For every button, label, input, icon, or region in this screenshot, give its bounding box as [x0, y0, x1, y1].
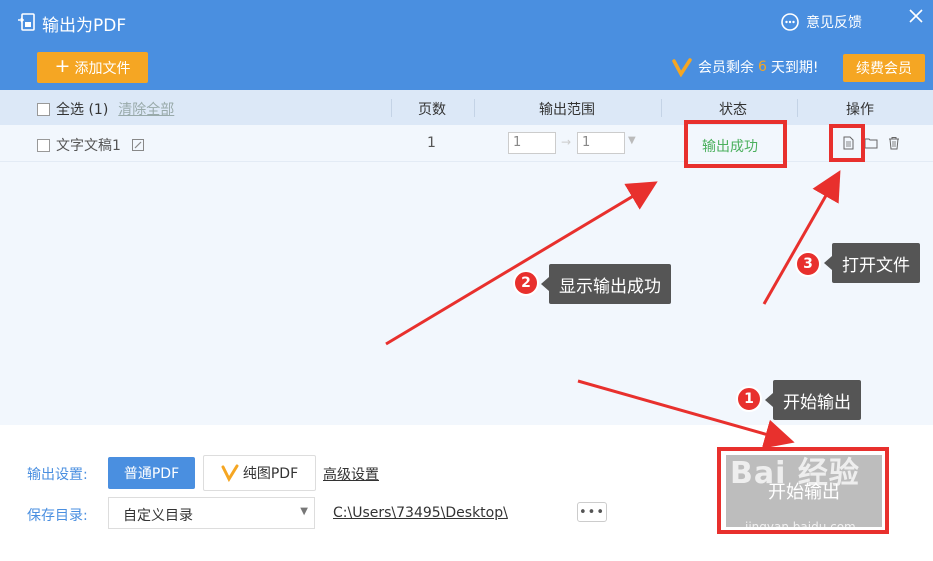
browse-more-button[interactable]: ••• — [577, 502, 607, 522]
add-file-button[interactable]: + 添加文件 — [37, 52, 148, 83]
file-name-cell: 文字文稿1 — [37, 135, 145, 155]
column-header-status: 状态 — [719, 102, 747, 118]
callout-step-3: 打开文件 — [824, 243, 920, 283]
plus-icon: + — [54, 55, 71, 77]
vip-badge-icon — [221, 464, 239, 482]
close-icon[interactable] — [906, 6, 926, 26]
step-badge-1: 1 — [736, 386, 762, 412]
column-header-range: 输出范围 — [539, 102, 595, 118]
column-divider — [474, 99, 475, 117]
normal-pdf-button[interactable]: 普通PDF — [108, 457, 195, 489]
add-file-label: 添加文件 — [74, 60, 131, 77]
chevron-down-icon: ▼ — [300, 506, 308, 517]
save-dir-label: 保存目录: — [27, 508, 88, 524]
save-path-link[interactable]: C:\Users\73495\Desktop\ — [333, 505, 508, 521]
row-checkbox[interactable] — [37, 138, 50, 152]
range-arrow-icon: → — [561, 135, 572, 149]
chat-bubble-icon — [781, 13, 799, 31]
column-divider — [661, 99, 662, 117]
vip-v-icon — [672, 58, 692, 77]
image-pdf-button[interactable]: 纯图PDF — [203, 455, 316, 491]
save-dir-select[interactable]: 自定义目录 ▼ — [108, 497, 315, 529]
file-name: 文字文稿1 — [56, 138, 121, 154]
clear-all-link[interactable]: 清除全部 — [118, 99, 174, 119]
save-dir-value: 自定义目录 — [123, 508, 193, 524]
vip-suffix: 天到期! — [770, 60, 819, 76]
column-divider — [797, 99, 798, 117]
table-header: 全选 (1) 清除全部 页数 输出范围 状态 操作 — [0, 90, 933, 125]
feedback-label: 意见反馈 — [806, 15, 862, 31]
feedback-button[interactable]: 意见反馈 — [780, 12, 862, 32]
output-settings-label: 输出设置: — [27, 467, 88, 483]
callout-step-1: 开始输出 — [765, 380, 861, 420]
renew-membership-button[interactable]: 续费会员 — [843, 54, 925, 82]
folder-icon[interactable] — [864, 136, 878, 150]
callout-step-2: 显示输出成功 — [541, 264, 671, 304]
column-divider — [391, 99, 392, 117]
step-badge-2: 2 — [513, 270, 539, 296]
select-all-checkbox[interactable] — [37, 102, 50, 116]
highlight-box-status — [684, 120, 787, 168]
column-header-pages: 页数 — [418, 102, 446, 118]
highlight-box-open-file — [829, 124, 865, 162]
range-to-input[interactable]: 1 — [577, 132, 625, 154]
column-header-actions: 操作 — [846, 102, 874, 118]
vip-days-count: 6 — [758, 59, 767, 75]
image-pdf-label: 纯图PDF — [242, 466, 299, 482]
advanced-settings-link[interactable]: 高级设置 — [323, 464, 379, 484]
table-row: 文字文稿1 1 1 → 1 ▼ 输出成功 — [0, 125, 933, 162]
pdf-export-icon — [18, 13, 35, 31]
range-from-input[interactable]: 1 — [508, 132, 556, 154]
edit-icon[interactable] — [131, 138, 145, 152]
title-bar: 输出为PDF 意见反馈 + 添加文件 会员剩余 6 天到期! 续费会员 — [0, 0, 933, 90]
vip-status: 会员剩余 6 天到期! — [672, 57, 819, 77]
select-all[interactable]: 全选 (1) 清除全部 — [37, 99, 174, 119]
vip-prefix: 会员剩余 — [698, 60, 754, 76]
page-count: 1 — [427, 135, 436, 151]
chevron-down-icon[interactable]: ▼ — [628, 135, 636, 146]
window-title: 输出为PDF — [42, 16, 127, 36]
highlight-box-start — [717, 447, 889, 534]
step-badge-3: 3 — [795, 251, 821, 277]
trash-icon[interactable] — [887, 136, 901, 150]
select-all-label: 全选 (1) — [56, 102, 109, 118]
